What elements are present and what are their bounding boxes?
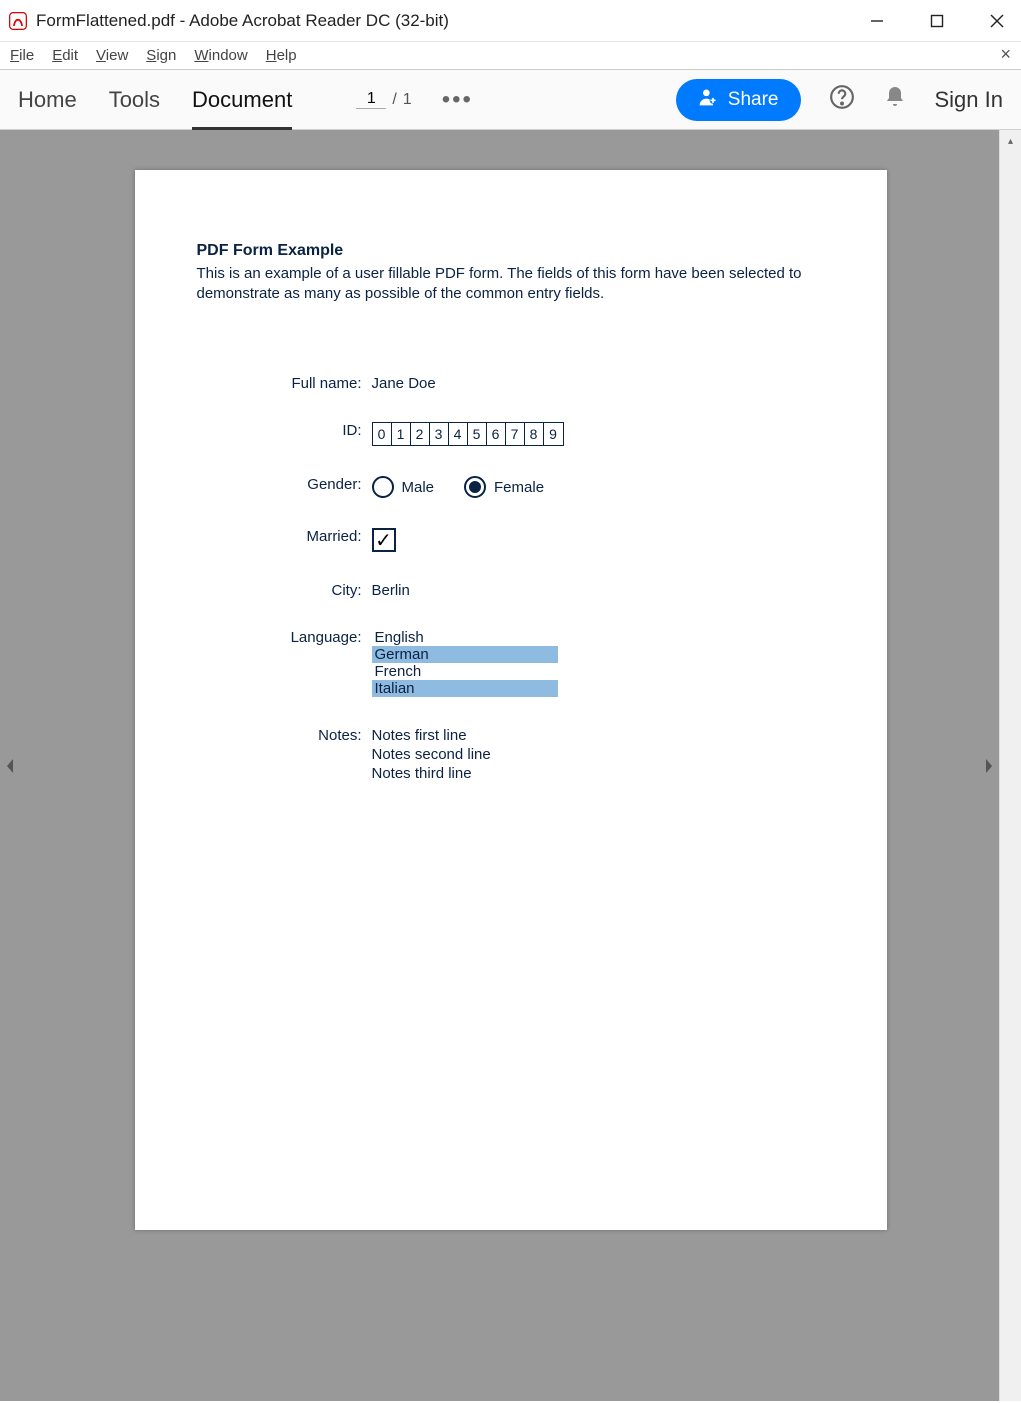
id-digit-cell: 1 bbox=[392, 423, 411, 445]
language-item: French bbox=[372, 663, 558, 680]
id-cells: 0123456789 bbox=[372, 422, 564, 446]
language-item: German bbox=[372, 646, 558, 663]
id-digit-cell: 4 bbox=[449, 423, 468, 445]
language-list: EnglishGermanFrenchItalian bbox=[372, 629, 558, 697]
window-close-button[interactable] bbox=[987, 11, 1007, 31]
id-digit-cell: 3 bbox=[430, 423, 449, 445]
page-separator: / bbox=[392, 91, 396, 109]
notes-content: Notes first lineNotes second lineNotes t… bbox=[372, 727, 825, 783]
menu-window[interactable]: Window bbox=[194, 47, 247, 64]
toolbar: Home Tools Document / 1 ••• Share Sign I… bbox=[0, 70, 1021, 130]
label-city: City: bbox=[197, 582, 372, 599]
checkbox-married: ✓ bbox=[372, 528, 396, 552]
notes-line: Notes third line bbox=[372, 765, 825, 784]
menu-view[interactable]: View bbox=[96, 47, 128, 64]
menubar: File Edit View Sign Window Help × bbox=[0, 42, 1021, 70]
id-digit-cell: 2 bbox=[411, 423, 430, 445]
nav-document[interactable]: Document bbox=[192, 87, 292, 130]
form-description: This is an example of a user fillable PD… bbox=[197, 264, 825, 303]
vertical-scrollbar[interactable]: ▴ bbox=[999, 130, 1021, 1401]
radio-circle-icon bbox=[372, 476, 394, 498]
nav-home[interactable]: Home bbox=[18, 87, 77, 113]
label-notes: Notes: bbox=[197, 727, 372, 783]
menu-edit[interactable]: Edit bbox=[52, 47, 78, 64]
id-digit-cell: 0 bbox=[373, 423, 392, 445]
value-city: Berlin bbox=[372, 582, 825, 599]
page-total: 1 bbox=[403, 91, 412, 109]
sign-in-button[interactable]: Sign In bbox=[935, 87, 1004, 113]
language-item: Italian bbox=[372, 680, 558, 697]
share-person-icon bbox=[698, 87, 718, 113]
label-married: Married: bbox=[197, 528, 372, 552]
page-nav-next[interactable] bbox=[979, 736, 999, 796]
notification-bell-icon[interactable] bbox=[883, 85, 907, 114]
label-gender: Gender: bbox=[197, 476, 372, 498]
radio-female-label: Female bbox=[494, 479, 544, 496]
acrobat-icon bbox=[8, 11, 28, 31]
page-number-input[interactable] bbox=[356, 90, 386, 109]
more-options-button[interactable]: ••• bbox=[442, 86, 473, 114]
window-maximize-button[interactable] bbox=[927, 11, 947, 31]
radio-male: Male bbox=[372, 476, 435, 498]
help-icon[interactable] bbox=[829, 84, 855, 115]
id-digit-cell: 9 bbox=[544, 423, 563, 445]
label-fullname: Full name: bbox=[197, 375, 372, 392]
notes-line: Notes second line bbox=[372, 746, 825, 765]
radio-male-label: Male bbox=[402, 479, 435, 496]
menu-sign[interactable]: Sign bbox=[146, 47, 176, 64]
value-fullname: Jane Doe bbox=[372, 375, 825, 392]
label-id: ID: bbox=[197, 422, 372, 446]
form-title: PDF Form Example bbox=[197, 242, 825, 260]
radio-female: Female bbox=[464, 476, 544, 498]
menu-help[interactable]: Help bbox=[266, 47, 297, 64]
share-label: Share bbox=[728, 89, 779, 111]
window-title: FormFlattened.pdf - Adobe Acrobat Reader… bbox=[36, 11, 449, 31]
language-item: English bbox=[372, 629, 558, 646]
window-minimize-button[interactable] bbox=[867, 11, 887, 31]
label-language: Language: bbox=[197, 629, 372, 697]
window-titlebar: FormFlattened.pdf - Adobe Acrobat Reader… bbox=[0, 0, 1021, 42]
scroll-up-button[interactable]: ▴ bbox=[1000, 130, 1021, 152]
menu-file[interactable]: File bbox=[10, 47, 34, 64]
share-button[interactable]: Share bbox=[676, 79, 801, 121]
id-digit-cell: 8 bbox=[525, 423, 544, 445]
page-nav-prev[interactable] bbox=[0, 736, 20, 796]
notes-line: Notes first line bbox=[372, 727, 825, 746]
id-digit-cell: 5 bbox=[468, 423, 487, 445]
pdf-page: PDF Form Example This is an example of a… bbox=[135, 170, 887, 1230]
document-viewport: PDF Form Example This is an example of a… bbox=[0, 130, 1021, 1401]
radio-circle-icon bbox=[464, 476, 486, 498]
nav-tools[interactable]: Tools bbox=[109, 87, 160, 113]
id-digit-cell: 7 bbox=[506, 423, 525, 445]
document-close-button[interactable]: × bbox=[1000, 44, 1011, 65]
radio-selected-dot-icon bbox=[469, 481, 481, 493]
id-digit-cell: 6 bbox=[487, 423, 506, 445]
